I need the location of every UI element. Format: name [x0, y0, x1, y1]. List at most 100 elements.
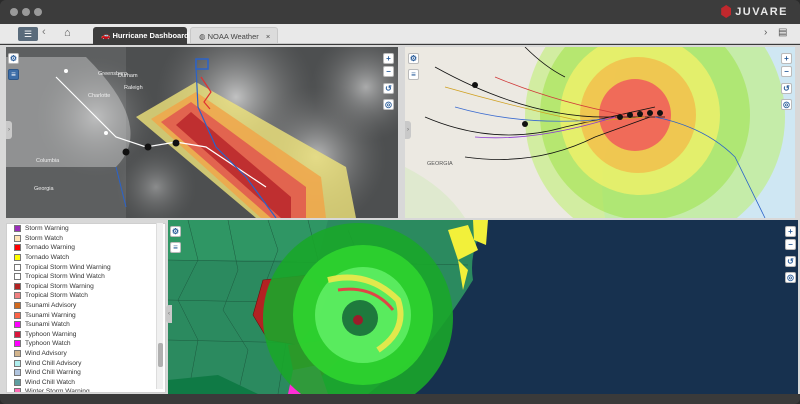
zoom-in-icon[interactable]: +: [383, 53, 394, 64]
panel-toggle-handle[interactable]: ›: [6, 121, 12, 139]
legend-item: Tornado Watch: [7, 253, 165, 263]
legend-label: Tropical Storm Watch: [25, 292, 88, 300]
export-icon[interactable]: ▤: [778, 27, 787, 38]
refresh-icon[interactable]: ↺: [785, 256, 796, 267]
legend-label: Wind Chill Advisory: [25, 359, 82, 367]
map-label: Raleigh: [124, 85, 143, 91]
menu-button[interactable]: ☰: [18, 27, 38, 41]
home-icon[interactable]: ⌂: [64, 27, 71, 39]
legend-label: Tsunami Advisory: [25, 302, 77, 310]
dashboard-content: Greensboro Raleigh Columbia Georgia Char…: [0, 45, 800, 394]
legend-label: Tornado Watch: [25, 254, 70, 262]
locate-icon[interactable]: ◎: [383, 99, 394, 110]
globe-icon: ◍: [199, 32, 206, 41]
refresh-icon[interactable]: ↺: [383, 83, 394, 94]
city-marker[interactable]: [64, 69, 68, 73]
forecast-models-map-panel[interactable]: GEORGIA ⚙ ≡ › + − ↺ ◎: [405, 47, 795, 218]
legend-item: Winter Storm Warning: [7, 387, 165, 393]
legend-item: Tropical Storm Wind Warning: [7, 262, 165, 272]
city-marker[interactable]: [104, 131, 108, 135]
hurricane-marker[interactable]: [144, 143, 152, 151]
zoom-out-icon[interactable]: −: [383, 66, 394, 77]
map-label: Georgia: [34, 186, 55, 192]
legend-swatch: [14, 388, 21, 392]
car-icon: 🚗: [101, 31, 111, 40]
legend-swatch: [14, 263, 21, 271]
legend-swatch: [14, 273, 21, 281]
legend-label: Tropical Storm Wind Warning: [25, 263, 111, 271]
legend-swatch: [14, 292, 21, 300]
legend-label: Winter Storm Warning: [25, 388, 90, 393]
tab-bar: ☰ ‹ ⌂ 🚗 Hurricane Dashboard × ◍ NOAA Wea…: [0, 24, 800, 44]
refresh-icon[interactable]: ↺: [781, 83, 792, 94]
panel-toggle-handle[interactable]: ›: [405, 121, 411, 139]
legend-collapse-handle[interactable]: ›: [166, 305, 172, 323]
layers-icon[interactable]: ≡: [408, 69, 419, 80]
zoom-in-icon[interactable]: +: [781, 53, 792, 64]
hurricane-marker[interactable]: [172, 139, 180, 147]
tab-label: Hurricane Dashboard: [112, 31, 189, 40]
window-dot-minimize[interactable]: [22, 8, 30, 16]
legend-item: Wind Advisory: [7, 349, 165, 359]
window-dot-maximize[interactable]: [34, 8, 42, 16]
legend-swatch: [14, 234, 21, 242]
locate-icon[interactable]: ◎: [781, 99, 792, 110]
settings-icon[interactable]: ⚙: [170, 226, 181, 237]
legend-swatch: [14, 282, 21, 290]
radar-map-panel[interactable]: ⚙ ≡ + − ↺ ◎: [168, 220, 798, 394]
warnings-legend: Storm Warning Storm Watch Tornado Warning T…: [6, 223, 166, 393]
legend-item: Storm Watch: [7, 234, 165, 244]
legend-label: Tropical Storm Warning: [25, 282, 94, 290]
hurricane-marker[interactable]: [122, 148, 130, 156]
status-footer: [0, 394, 800, 404]
window-dot-close[interactable]: [10, 8, 18, 16]
legend-scroll-thumb[interactable]: [158, 343, 163, 367]
zoom-out-icon[interactable]: −: [781, 66, 792, 77]
legend-label: Storm Warning: [25, 225, 69, 233]
map-label: Durham: [118, 73, 138, 79]
legend-swatch: [14, 340, 21, 348]
locate-icon[interactable]: ◎: [785, 272, 796, 283]
tab-label: NOAA Weather: [207, 32, 259, 41]
legend-item: Typhoon Watch: [7, 339, 165, 349]
legend-item: Tsunami Warning: [7, 310, 165, 320]
legend-item: Wind Chill Warning: [7, 368, 165, 378]
close-icon[interactable]: ×: [266, 32, 270, 41]
legend-label: Typhoon Warning: [25, 330, 77, 338]
legend-swatch: [14, 378, 21, 386]
tab-noaa-weather[interactable]: ◍ NOAA Weather ×: [190, 27, 278, 44]
legend-item: Tsunami Advisory: [7, 301, 165, 311]
map-label: Charlotte: [88, 93, 110, 99]
tab-hurricane-dashboard[interactable]: 🚗 Hurricane Dashboard ×: [93, 27, 200, 44]
radar-map: [168, 220, 798, 394]
legend-swatch: [14, 302, 21, 310]
legend-scrollbar[interactable]: [156, 223, 163, 389]
legend-swatch: [14, 350, 21, 358]
zoom-in-icon[interactable]: +: [785, 226, 796, 237]
settings-icon[interactable]: ⚙: [8, 53, 19, 64]
legend-label: Wind Chill Warning: [25, 369, 81, 377]
legend-label: Tsunami Watch: [25, 321, 70, 329]
legend-label: Typhoon Watch: [25, 340, 71, 348]
legend-label: Wind Chill Watch: [25, 378, 75, 386]
juvare-logo-icon: [721, 5, 732, 18]
app-window: JUVARE ☰ ‹ ⌂ 🚗 Hurricane Dashboard × ◍ N…: [0, 0, 800, 404]
brand-logo: JUVARE: [721, 5, 788, 18]
legend-item: Typhoon Warning: [7, 330, 165, 340]
legend-swatch: [14, 244, 21, 252]
legend-swatch: [14, 369, 21, 377]
legend-item: Tsunami Watch: [7, 320, 165, 330]
settings-icon[interactable]: ⚙: [408, 53, 419, 64]
legend-label: Tsunami Warning: [25, 311, 76, 319]
layers-icon[interactable]: ≡: [8, 69, 19, 80]
legend-swatch: [14, 359, 21, 367]
chevron-right-icon[interactable]: ›: [764, 27, 767, 38]
zoom-out-icon[interactable]: −: [785, 239, 796, 250]
satellite-map-panel[interactable]: Greensboro Raleigh Columbia Georgia Char…: [6, 47, 398, 218]
legend-label: Tornado Warning: [25, 244, 75, 252]
title-bar: JUVARE: [0, 0, 800, 24]
chevron-left-icon[interactable]: ‹: [42, 26, 46, 38]
legend-item: Tropical Storm Watch: [7, 291, 165, 301]
layers-icon[interactable]: ≡: [170, 242, 181, 253]
legend-item: Storm Warning: [7, 224, 165, 234]
